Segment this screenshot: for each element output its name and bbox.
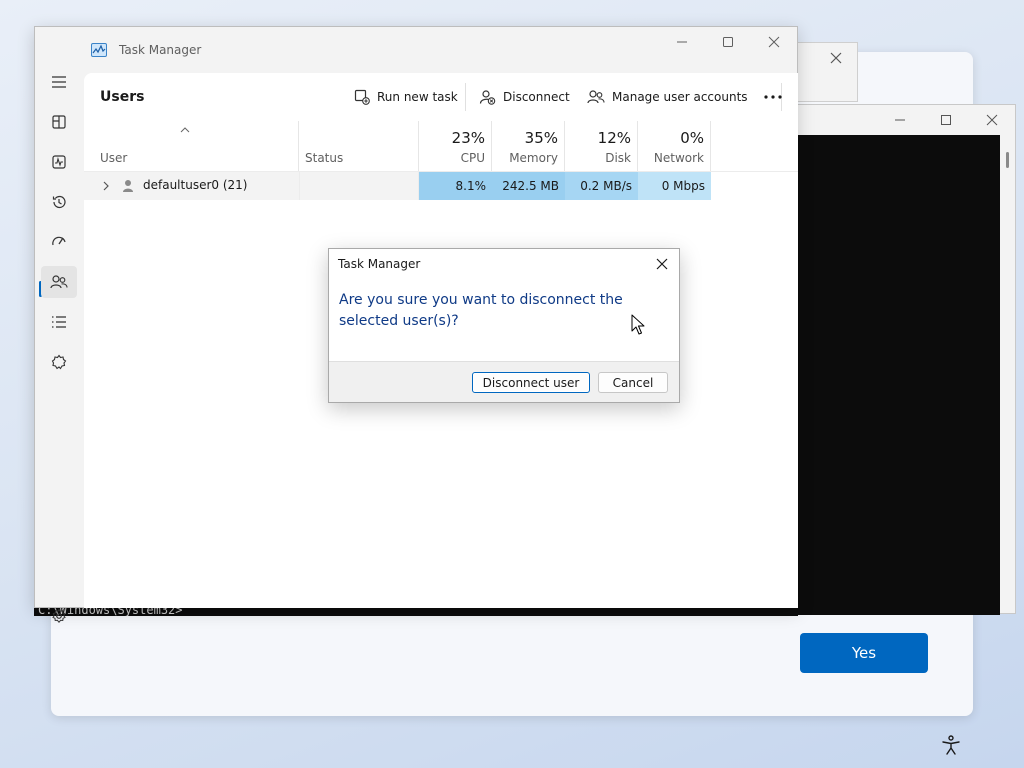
user-name: defaultuser0 (21)	[143, 178, 248, 192]
command-bar: Users Run new task Disconnect Manage use…	[84, 73, 798, 121]
processes-icon	[52, 115, 66, 129]
column-label: User	[100, 151, 128, 165]
minimize-icon	[895, 119, 905, 121]
page-title: Users	[100, 89, 145, 105]
disconnect-user-button[interactable]: Disconnect user	[472, 372, 590, 393]
column-header-cpu[interactable]: 23% CPU	[419, 121, 492, 171]
column-label: Status	[305, 151, 344, 165]
maximize-icon	[941, 115, 951, 125]
nav-performance[interactable]	[41, 146, 77, 178]
column-header-user[interactable]: User	[84, 121, 299, 171]
dialog-message: Are you sure you want to disconnect the …	[339, 292, 623, 329]
yes-button[interactable]: Yes	[800, 633, 928, 673]
column-label: Memory	[509, 151, 558, 165]
details-icon	[52, 316, 66, 328]
services-icon	[51, 354, 67, 370]
background-window	[792, 42, 858, 102]
close-icon[interactable]	[829, 51, 843, 65]
nav-settings[interactable]	[41, 600, 77, 632]
table-row[interactable]: defaultuser0 (21) 8.1% 242.5 MB 0.2 MB/s…	[84, 172, 712, 200]
user-cell: defaultuser0 (21)	[84, 172, 299, 200]
dialog-close-button[interactable]	[653, 255, 671, 273]
cancel-button[interactable]: Cancel	[598, 372, 668, 393]
column-header-disk[interactable]: 12% Disk	[565, 121, 638, 171]
maximize-icon	[723, 37, 733, 47]
toolbar-divider	[465, 83, 466, 111]
disconnect-user-icon	[479, 90, 496, 105]
maximize-button[interactable]	[923, 105, 969, 135]
sort-ascending-icon	[180, 127, 190, 133]
more-options-button[interactable]	[756, 84, 790, 110]
nav-hamburger-button[interactable]	[41, 66, 77, 98]
app-history-icon	[52, 195, 66, 209]
disk-total-percent: 12%	[597, 129, 631, 147]
user-icon	[123, 180, 133, 192]
column-label: CPU	[460, 151, 485, 165]
run-new-task-label: Run new task	[377, 90, 458, 104]
manage-users-icon	[587, 90, 605, 104]
dialog-button-bar: Disconnect user Cancel	[329, 361, 679, 402]
nav-services[interactable]	[41, 346, 77, 378]
console-scrollbar[interactable]	[1006, 152, 1009, 168]
disconnect-confirmation-dialog: Task Manager Are you sure you want to di…	[328, 248, 680, 403]
manage-user-accounts-label: Manage user accounts	[612, 90, 748, 104]
run-new-task-icon	[354, 89, 370, 105]
nav-details[interactable]	[41, 306, 77, 338]
hamburger-menu-icon	[52, 76, 66, 88]
navigation-pane	[35, 66, 83, 623]
column-header-network[interactable]: 0% Network	[638, 121, 711, 171]
performance-icon	[52, 155, 66, 169]
maximize-button[interactable]	[705, 27, 751, 57]
settings-icon	[52, 608, 66, 623]
close-icon	[986, 114, 998, 126]
disk-cell: 0.2 MB/s	[565, 172, 638, 200]
nav-app-history[interactable]	[41, 186, 77, 218]
minimize-button[interactable]	[877, 105, 923, 135]
column-label: Disk	[605, 151, 631, 165]
disconnect-label: Disconnect	[503, 90, 570, 104]
close-button[interactable]	[751, 27, 797, 57]
cpu-cell: 8.1%	[419, 172, 492, 200]
memory-total-percent: 35%	[524, 129, 558, 147]
memory-cell: 242.5 MB	[492, 172, 565, 200]
network-cell: 0 Mbps	[638, 172, 711, 200]
network-total-percent: 0%	[680, 129, 704, 147]
close-icon	[768, 36, 780, 48]
minimize-icon	[677, 41, 687, 43]
title-bar[interactable]: Task Manager	[35, 27, 797, 73]
cpu-total-percent: 23%	[451, 129, 485, 147]
column-header-memory[interactable]: 35% Memory	[492, 121, 565, 171]
nav-users[interactable]	[41, 266, 77, 298]
users-icon	[50, 275, 68, 289]
column-label: Network	[653, 151, 704, 165]
accessibility-icon[interactable]	[940, 734, 962, 756]
console-output[interactable]	[797, 135, 1000, 615]
close-button[interactable]	[969, 105, 1015, 135]
status-cell	[299, 172, 419, 200]
manage-user-accounts-button[interactable]: Manage user accounts	[581, 84, 754, 110]
dialog-title: Task Manager	[338, 257, 421, 271]
ellipsis-icon	[764, 95, 782, 99]
task-manager-app-icon	[91, 43, 107, 57]
window-title: Task Manager	[119, 43, 202, 57]
chevron-right-icon[interactable]	[102, 180, 110, 192]
column-header-status[interactable]: Status	[299, 121, 419, 171]
nav-processes[interactable]	[41, 106, 77, 138]
mouse-cursor-icon	[631, 314, 645, 335]
run-new-task-button[interactable]: Run new task	[348, 84, 464, 110]
close-icon	[656, 258, 668, 270]
nav-startup-apps[interactable]	[41, 226, 77, 258]
minimize-button[interactable]	[659, 27, 705, 57]
disconnect-button[interactable]: Disconnect	[473, 84, 576, 110]
startup-apps-icon	[52, 236, 66, 246]
console-window	[796, 104, 1016, 615]
